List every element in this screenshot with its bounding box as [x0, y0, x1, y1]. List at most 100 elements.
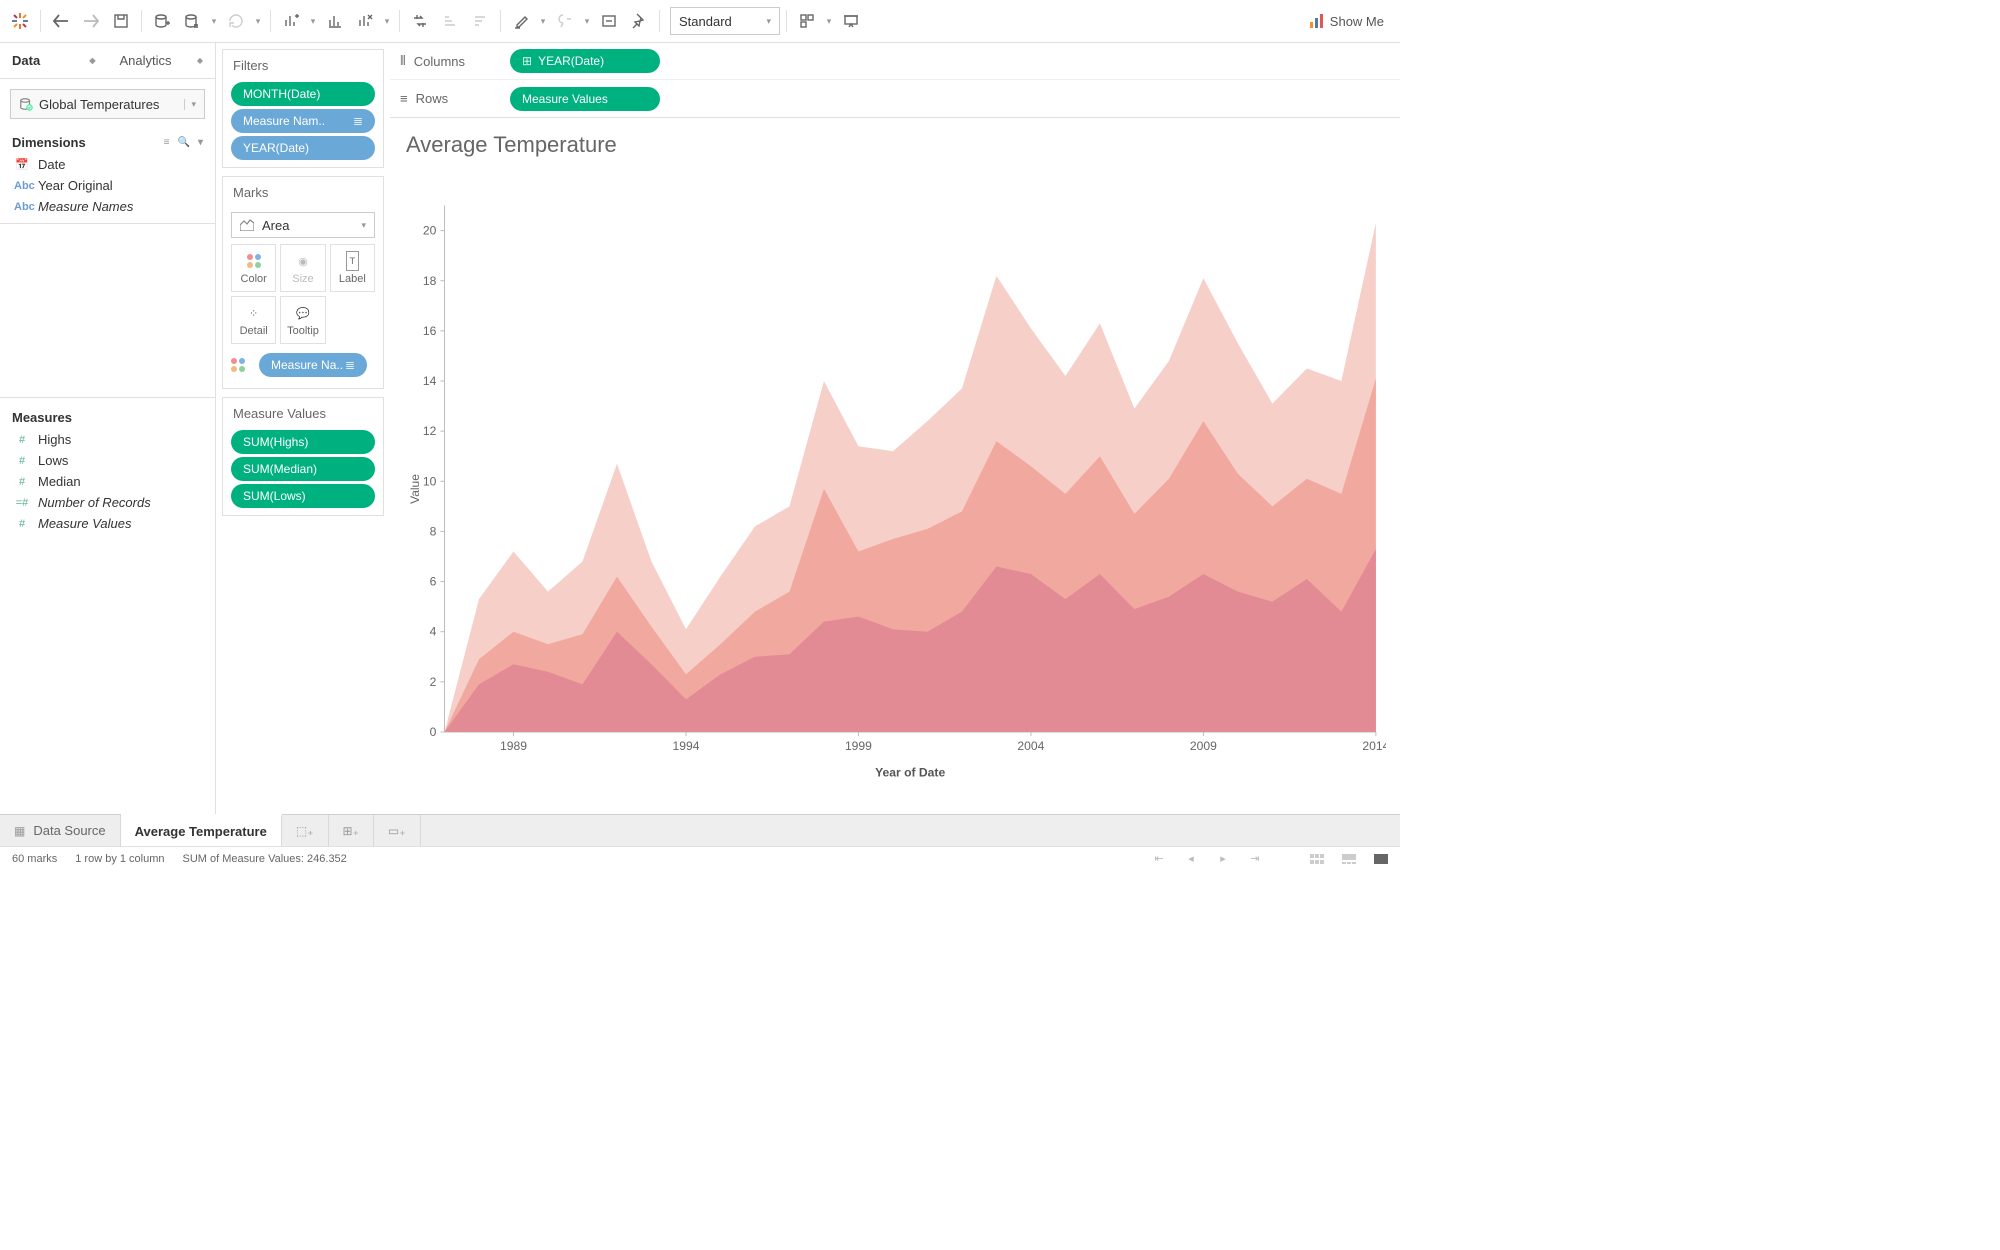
view-filmstrip-icon[interactable]	[1342, 854, 1356, 864]
presentation-icon[interactable]	[837, 7, 865, 35]
tab-data[interactable]: Data◆	[0, 43, 108, 78]
duplicate-icon[interactable]	[321, 7, 349, 35]
svg-text:14: 14	[423, 374, 437, 388]
chevron-down-icon[interactable]: ▾	[184, 99, 196, 110]
cards-icon[interactable]	[793, 7, 821, 35]
group-icon[interactable]	[551, 7, 579, 35]
rows-pill[interactable]: Measure Values	[510, 87, 660, 111]
mv-highs[interactable]: SUM(Highs)	[231, 430, 375, 454]
last-icon[interactable]: ⇥	[1248, 852, 1262, 865]
forward-icon[interactable]	[77, 7, 105, 35]
chevron-down-icon[interactable]: ▾	[307, 16, 319, 27]
svg-text:16: 16	[423, 324, 437, 338]
chevron-down-icon[interactable]: ▾	[252, 16, 264, 27]
mark-tooltip[interactable]: 💬Tooltip	[280, 296, 325, 344]
show-me-button[interactable]: Show Me	[1300, 14, 1394, 29]
new-story-icon: ▭₊	[388, 824, 406, 838]
filters-card: Filters MONTH(Date) Measure Nam..≣ YEAR(…	[222, 49, 384, 168]
columns-pill[interactable]: ⊞YEAR(Date)	[510, 49, 660, 73]
chevron-down-icon[interactable]: ▾	[208, 16, 220, 27]
viz-title[interactable]: Average Temperature	[406, 132, 1386, 158]
columns-shelf[interactable]: ⦀Columns ⊞YEAR(Date)	[390, 43, 1400, 80]
save-icon[interactable]	[107, 7, 135, 35]
number-icon: #	[14, 434, 30, 446]
fit-dropdown[interactable]: Standard▾	[670, 7, 780, 35]
status-marks: 60 marks	[12, 853, 57, 865]
mark-type-select[interactable]: Area▾	[231, 212, 375, 238]
pin-icon[interactable]	[625, 7, 653, 35]
rows-shelf[interactable]: ≡Rows Measure Values	[390, 80, 1400, 117]
field-median[interactable]: #Median	[0, 471, 215, 492]
logo-icon[interactable]	[6, 7, 34, 35]
new-sheet-button[interactable]: ⬚₊	[282, 815, 329, 846]
tab-datasource[interactable]: ▦Data Source	[0, 815, 121, 846]
view-list-icon[interactable]: ≡	[164, 137, 170, 148]
number-icon: #	[14, 455, 30, 467]
view-single-icon[interactable]	[1374, 854, 1388, 864]
chevron-down-icon[interactable]: ▾	[581, 16, 593, 27]
next-icon[interactable]: ▸	[1216, 852, 1230, 865]
filter-year[interactable]: YEAR(Date)	[231, 136, 375, 160]
chevron-down-icon[interactable]: ▾	[537, 16, 549, 27]
mv-lows[interactable]: SUM(Lows)	[231, 484, 375, 508]
mark-color[interactable]: Color	[231, 244, 276, 292]
field-lows[interactable]: #Lows	[0, 450, 215, 471]
dimensions-header: Dimensions ≡🔍▾	[0, 129, 215, 154]
filter-month[interactable]: MONTH(Date)	[231, 82, 375, 106]
new-worksheet-icon[interactable]	[277, 7, 305, 35]
search-icon[interactable]: 🔍	[178, 137, 190, 148]
show-me-icon	[1310, 14, 1324, 28]
label-icon: T	[346, 251, 360, 271]
clear-icon[interactable]	[351, 7, 379, 35]
svg-text:2: 2	[430, 675, 437, 689]
pause-data-icon[interactable]	[178, 7, 206, 35]
datasource-select[interactable]: Global Temperatures ▾	[10, 89, 205, 119]
chevron-down-icon[interactable]: ▾	[198, 137, 203, 148]
sort-desc-icon[interactable]	[466, 7, 494, 35]
field-date[interactable]: 📅Date	[0, 154, 215, 175]
tab-sheet[interactable]: Average Temperature	[121, 814, 282, 846]
chart[interactable]: Value 0246810121416182019891994199920042…	[404, 168, 1386, 810]
prev-icon[interactable]: ◂	[1184, 852, 1198, 865]
mark-detail[interactable]: ⁘Detail	[231, 296, 276, 344]
field-measure-names[interactable]: AbcMeasure Names	[0, 196, 215, 217]
first-icon[interactable]: ⇤	[1152, 852, 1166, 865]
highlight-icon[interactable]	[507, 7, 535, 35]
field-measure-values[interactable]: #Measure Values	[0, 513, 215, 534]
status-bar: 60 marks 1 row by 1 column SUM of Measur…	[0, 846, 1400, 870]
color-encoding-pill[interactable]: Measure Na..≣	[259, 353, 367, 377]
new-datasource-icon[interactable]	[148, 7, 176, 35]
mv-median[interactable]: SUM(Median)	[231, 457, 375, 481]
refresh-icon[interactable]	[222, 7, 250, 35]
filter-measure-names[interactable]: Measure Nam..≣	[231, 109, 375, 133]
show-me-label: Show Me	[1330, 14, 1384, 29]
expand-icon: ⊞	[522, 54, 532, 68]
sort-asc-icon[interactable]	[436, 7, 464, 35]
field-number-records[interactable]: =#Number of Records	[0, 492, 215, 513]
tab-analytics[interactable]: Analytics◆	[108, 43, 216, 78]
area-icon	[240, 219, 254, 231]
new-dashboard-button[interactable]: ⊞₊	[329, 815, 374, 846]
chevron-down-icon[interactable]: ▾	[381, 16, 393, 27]
label-icon[interactable]	[595, 7, 623, 35]
new-dashboard-icon: ⊞₊	[343, 824, 359, 838]
filter-icon: ≣	[345, 358, 355, 372]
toolbar: ▾ ▾ ▾ ▾ ▾ ▾ Standard▾ ▾ Show Me	[0, 0, 1400, 43]
date-icon: 📅	[14, 158, 30, 171]
tooltip-icon: 💬	[296, 303, 310, 323]
field-year-original[interactable]: AbcYear Original	[0, 175, 215, 196]
text-icon: Abc	[14, 201, 30, 213]
view-grid-icon[interactable]	[1310, 854, 1324, 864]
new-story-button[interactable]: ▭₊	[374, 815, 421, 846]
marks-card: Marks Area▾ Color ◉Size TLabel ⁘Detail 💬…	[222, 176, 384, 389]
fit-label: Standard	[679, 14, 732, 29]
chevron-down-icon[interactable]: ▾	[823, 16, 835, 27]
swap-icon[interactable]	[406, 7, 434, 35]
number-icon: #	[14, 476, 30, 488]
field-highs[interactable]: #Highs	[0, 429, 215, 450]
status-sum: SUM of Measure Values: 246.352	[183, 853, 347, 865]
svg-text:6: 6	[430, 575, 437, 589]
back-icon[interactable]	[47, 7, 75, 35]
mark-label[interactable]: TLabel	[330, 244, 375, 292]
mark-size[interactable]: ◉Size	[280, 244, 325, 292]
